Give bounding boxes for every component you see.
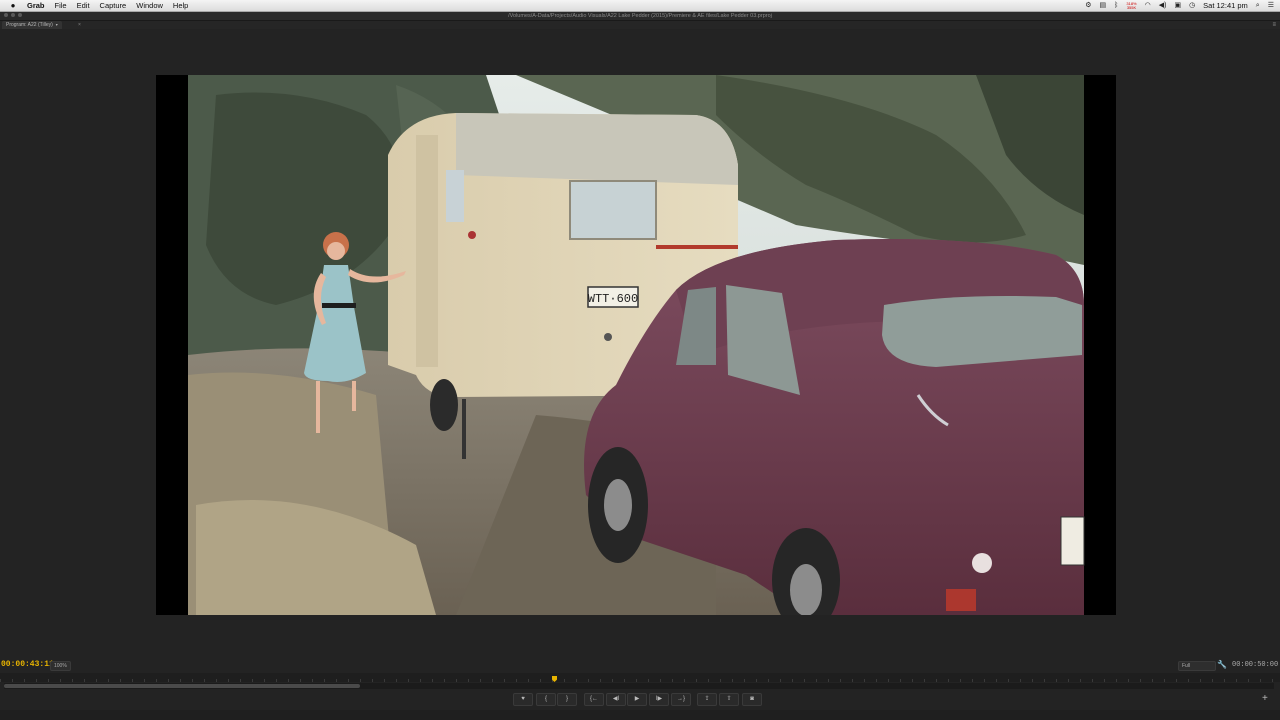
lift-button[interactable]: ⇪ [697, 693, 717, 706]
current-timecode[interactable]: 00:00:43:11 [1, 660, 54, 669]
printer-icon[interactable]: ▤ [1100, 0, 1107, 11]
step-forward-button[interactable]: I▶ [649, 693, 669, 706]
duration-timecode: 00:00:50:00 [1232, 661, 1279, 669]
mark-in-button[interactable]: { [536, 693, 556, 706]
battery-text-secondary: 355K [1126, 4, 1137, 10]
menu-capture[interactable]: Capture [100, 0, 127, 11]
export-frame-button[interactable]: ◙ [742, 693, 762, 706]
menu-window[interactable]: Window [136, 0, 163, 11]
search-icon[interactable]: ⌕ [1256, 0, 1260, 11]
panel-header: Program: A22 (Tilley) ▾ × ≡ [0, 21, 1280, 29]
license-plate-text: WTT·600 [588, 292, 638, 306]
add-marker-button[interactable]: ♥ [513, 693, 533, 706]
extract-button[interactable]: ⇧ [719, 693, 739, 706]
chevron-down-icon[interactable]: ▾ [56, 22, 58, 27]
volume-icon[interactable]: ◀) [1159, 0, 1167, 11]
menubar-clock[interactable]: Sat 12:41 pm [1203, 1, 1248, 10]
menu-edit[interactable]: Edit [77, 0, 90, 11]
zoom-level-select[interactable]: 100% [50, 661, 71, 671]
list-icon[interactable]: ☰ [1268, 0, 1274, 11]
playback-quality-select[interactable]: Full [1178, 661, 1216, 671]
menu-file[interactable]: File [55, 0, 67, 11]
time-ruler[interactable] [0, 673, 1280, 682]
go-to-out-button[interactable]: →} [671, 693, 691, 706]
battery-status[interactable]: 318% 355K [1126, 1, 1137, 10]
transport-controls: + ♥{} {← ◀I ▶ I▶ →} ⇪ ⇧ ◙ [0, 690, 1280, 708]
window-bottom-edge [0, 710, 1280, 720]
wrench-icon[interactable]: 🔧 [1217, 660, 1227, 669]
gear-icon[interactable]: ⚙ [1085, 0, 1091, 11]
window-title-path: /Volumes/A-Data/Projects/Audio Visuals/A… [508, 13, 772, 19]
window-title-bar: /Volumes/A-Data/Projects/Audio Visuals/A… [0, 12, 1280, 21]
button-editor-add-button[interactable]: + [1262, 693, 1268, 704]
tab-program-monitor[interactable]: Program: A22 (Tilley) ▾ [2, 21, 62, 29]
bluetooth-icon[interactable]: ᛒ [1114, 0, 1118, 11]
clock-icon[interactable]: ◷ [1189, 0, 1195, 11]
close-icon[interactable]: × [78, 21, 81, 29]
video-frame-image: WTT·600 [156, 75, 1116, 615]
panel-menu-icon[interactable]: ≡ [1272, 21, 1276, 29]
monitor-info-row: 00:00:43:11 100% Full 🔧 00:00:50:00 [0, 659, 1280, 671]
timeline-scroll-thumb[interactable] [4, 684, 360, 688]
menu-help[interactable]: Help [173, 0, 188, 11]
apple-logo-icon[interactable]: ● [9, 1, 17, 10]
wifi-icon[interactable]: ◠ [1145, 0, 1151, 11]
play-button[interactable]: ▶ [627, 693, 647, 706]
tab-program-label: Program: A22 (Tilley) [6, 22, 53, 28]
display-icon[interactable]: ▣ [1174, 0, 1181, 11]
go-to-in-button[interactable]: {← [584, 693, 604, 706]
program-monitor: WTT·600 [0, 29, 1280, 657]
menu-app-grab[interactable]: Grab [27, 0, 45, 11]
step-back-button[interactable]: ◀I [606, 693, 626, 706]
program-monitor-frame[interactable]: WTT·600 [156, 75, 1116, 615]
mark-out-button[interactable]: } [557, 693, 577, 706]
menu-bar: ● Grab File Edit Capture Window Help ⚙ ▤… [0, 0, 1280, 12]
status-area: ⚙ ▤ ᛒ 318% 355K ◠ ◀) ▣ ◷ Sat 12:41 pm ⌕ … [1085, 0, 1274, 11]
